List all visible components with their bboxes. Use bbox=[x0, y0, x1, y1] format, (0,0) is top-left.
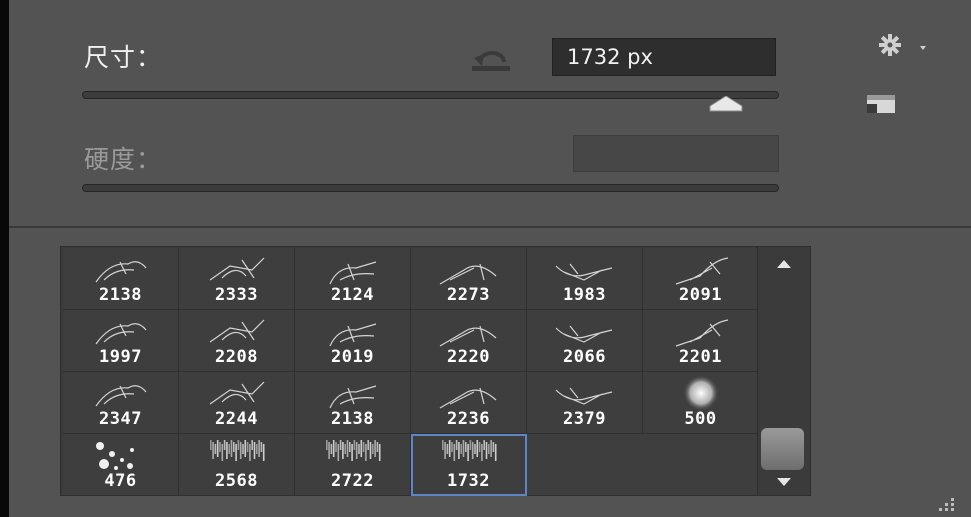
scroll-down-icon[interactable] bbox=[776, 477, 792, 487]
brush-size-label: 476 bbox=[104, 471, 137, 491]
brush-size-label: 2273 bbox=[447, 285, 490, 305]
brush-scrollbar[interactable] bbox=[757, 246, 811, 496]
brush-thumbnail bbox=[210, 440, 265, 461]
empty-preset-slot bbox=[643, 434, 759, 496]
brush-preset-cell[interactable]: 2333 bbox=[179, 248, 295, 310]
brush-preset-cell[interactable]: 2138 bbox=[295, 372, 411, 434]
brush-size-label: 2568 bbox=[215, 471, 258, 491]
brush-preset-cell[interactable]: 1983 bbox=[527, 248, 643, 310]
size-slider-track[interactable] bbox=[82, 91, 779, 99]
brush-preset-cell[interactable]: 1732 bbox=[411, 434, 527, 496]
panel-icon[interactable] bbox=[866, 91, 896, 115]
brush-preset-cell[interactable]: 2379 bbox=[527, 372, 643, 434]
brush-thumbnail bbox=[675, 319, 729, 347]
size-input[interactable]: 1732 px bbox=[552, 38, 776, 76]
gear-icon[interactable] bbox=[876, 34, 928, 56]
brush-thumbnail bbox=[329, 323, 377, 347]
brush-preset-cell[interactable]: 2124 bbox=[295, 248, 411, 310]
hardness-slider-track[interactable] bbox=[82, 184, 779, 192]
brush-thumbnail bbox=[95, 385, 147, 407]
brush-thumbnail bbox=[95, 261, 147, 283]
brush-thumbnail bbox=[209, 257, 265, 281]
brush-preset-cell[interactable]: 2201 bbox=[643, 310, 759, 372]
brush-size-label: 1732 bbox=[447, 471, 490, 491]
brush-preset-cell[interactable]: 2722 bbox=[295, 434, 411, 496]
brush-preset-cell[interactable]: 1997 bbox=[63, 310, 179, 372]
window-edge bbox=[0, 0, 9, 517]
brush-size-label: 2333 bbox=[215, 285, 258, 305]
brush-preset-cell[interactable]: 2019 bbox=[295, 310, 411, 372]
brush-thumbnail bbox=[683, 375, 719, 411]
reset-icon[interactable] bbox=[466, 44, 516, 74]
brush-size-label: 2347 bbox=[99, 409, 142, 429]
brush-thumbnail bbox=[209, 319, 265, 343]
brush-preset-cell[interactable]: 500 bbox=[643, 372, 759, 434]
brush-thumbnail bbox=[326, 440, 381, 461]
hardness-label: 硬度： bbox=[84, 145, 163, 174]
brush-size-label: 2379 bbox=[563, 409, 606, 429]
brush-thumbnail bbox=[439, 263, 497, 285]
brush-preset-cell[interactable]: 2244 bbox=[179, 372, 295, 434]
brush-preset-cell[interactable]: 2568 bbox=[179, 434, 295, 496]
brush-thumbnail bbox=[96, 442, 134, 470]
brush-size-label: 1997 bbox=[99, 347, 142, 367]
brush-thumbnail bbox=[555, 325, 613, 343]
brush-size-label: 2019 bbox=[331, 347, 374, 367]
brush-size-label: 2201 bbox=[679, 347, 722, 367]
brush-preset-cell[interactable]: 476 bbox=[63, 434, 179, 496]
brush-preset-cell[interactable]: 2066 bbox=[527, 310, 643, 372]
brush-preset-cell[interactable]: 2208 bbox=[179, 310, 295, 372]
brush-thumbnail bbox=[329, 261, 377, 285]
brush-thumbnail bbox=[329, 385, 377, 409]
brush-settings-panel bbox=[9, 0, 971, 228]
brush-preset-cell[interactable]: 2138 bbox=[63, 248, 179, 310]
brush-preset-cell[interactable]: 2220 bbox=[411, 310, 527, 372]
empty-preset-slot bbox=[527, 434, 643, 496]
brush-size-label: 2208 bbox=[215, 347, 258, 367]
scrollbar-thumb[interactable] bbox=[761, 428, 804, 470]
brush-thumbnail bbox=[439, 387, 497, 409]
brush-size-label: 2236 bbox=[447, 409, 490, 429]
brush-thumbnail bbox=[555, 263, 613, 281]
brush-preset-grid: 2138 2333 2124 2273 1983 2091 1997 2208 2019 2220… bbox=[60, 246, 759, 496]
brush-thumbnail bbox=[442, 440, 497, 461]
brush-preset-cell[interactable]: 2236 bbox=[411, 372, 527, 434]
brush-thumbnail bbox=[675, 257, 729, 285]
size-slider-thumb[interactable] bbox=[708, 96, 744, 112]
brush-size-label: 2244 bbox=[215, 409, 258, 429]
brush-size-label: 500 bbox=[684, 409, 717, 429]
size-label: 尺寸： bbox=[84, 43, 163, 72]
brush-preset-cell[interactable]: 2273 bbox=[411, 248, 527, 310]
scroll-up-icon[interactable] bbox=[776, 259, 792, 269]
resize-grip-icon[interactable] bbox=[937, 497, 957, 511]
hardness-input[interactable] bbox=[573, 135, 779, 172]
brush-thumbnail bbox=[95, 323, 147, 345]
brush-size-label: 2138 bbox=[331, 409, 374, 429]
brush-size-label: 2722 bbox=[331, 471, 374, 491]
brush-size-label: 1983 bbox=[563, 285, 606, 305]
brush-thumbnail bbox=[439, 325, 497, 347]
brush-preset-cell[interactable]: 2091 bbox=[643, 248, 759, 310]
brush-size-label: 2091 bbox=[679, 285, 722, 305]
brush-thumbnail bbox=[555, 387, 613, 405]
brush-size-label: 2124 bbox=[331, 285, 374, 305]
brush-preset-cell[interactable]: 2347 bbox=[63, 372, 179, 434]
brush-thumbnail bbox=[209, 381, 265, 405]
brush-size-label: 2220 bbox=[447, 347, 490, 367]
brush-size-label: 2138 bbox=[99, 285, 142, 305]
brush-size-label: 2066 bbox=[563, 347, 606, 367]
